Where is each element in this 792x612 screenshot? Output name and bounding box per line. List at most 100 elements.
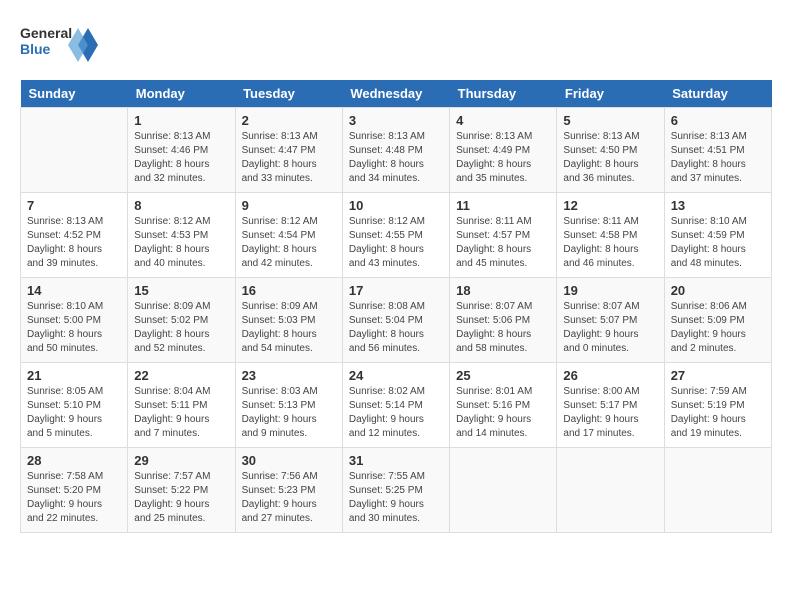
day-cell	[21, 108, 128, 193]
logo-svg: General Blue	[20, 20, 100, 70]
day-number: 14	[27, 283, 121, 298]
day-cell: 25 Sunrise: 8:01 AM Sunset: 5:16 PM Dayli…	[450, 363, 557, 448]
day-info: Sunrise: 8:13 AM Sunset: 4:51 PM Dayligh…	[671, 130, 765, 186]
day-number: 4	[456, 113, 550, 128]
day-cell: 5Sunrise: 8:13 AM Sunset: 4:50 PM Daylig…	[557, 108, 664, 193]
day-number: 10	[349, 198, 443, 213]
day-info: Sunrise: 8:04 AM Sunset: 5:11 PM Dayligh…	[134, 385, 228, 441]
day-number: 25	[456, 368, 550, 383]
day-header-tuesday: Tuesday	[235, 80, 342, 108]
day-header-thursday: Thursday	[450, 80, 557, 108]
day-number: 30	[242, 453, 336, 468]
day-info: Sunrise: 7:59 AM Sunset: 5:19 PM Dayligh…	[671, 385, 765, 441]
logo: General Blue	[20, 20, 100, 70]
day-header-wednesday: Wednesday	[342, 80, 449, 108]
day-info: Sunrise: 7:56 AM Sunset: 5:23 PM Dayligh…	[242, 470, 336, 526]
week-row-3: 14 Sunrise: 8:10 AM Sunset: 5:00 PM Dayli…	[21, 278, 772, 363]
day-cell: 15 Sunrise: 8:09 AM Sunset: 5:02 PM Dayli…	[128, 278, 235, 363]
week-row-5: 28 Sunrise: 7:58 AM Sunset: 5:20 PM Dayli…	[21, 448, 772, 533]
day-number: 1	[134, 113, 228, 128]
day-info: Sunrise: 7:57 AM Sunset: 5:22 PM Dayligh…	[134, 470, 228, 526]
day-info: Sunrise: 8:12 AM Sunset: 4:54 PM Dayligh…	[242, 215, 336, 271]
day-number: 16	[242, 283, 336, 298]
day-cell: 28 Sunrise: 7:58 AM Sunset: 5:20 PM Dayli…	[21, 448, 128, 533]
day-number: 2	[242, 113, 336, 128]
week-row-1: 1Sunrise: 8:13 AM Sunset: 4:46 PM Daylig…	[21, 108, 772, 193]
day-cell: 11 Sunrise: 8:11 AM Sunset: 4:57 PM Dayli…	[450, 193, 557, 278]
calendar-header: SundayMondayTuesdayWednesdayThursdayFrid…	[21, 80, 772, 108]
day-info: Sunrise: 8:10 AM Sunset: 5:00 PM Dayligh…	[27, 300, 121, 356]
day-number: 21	[27, 368, 121, 383]
day-number: 11	[456, 198, 550, 213]
day-number: 9	[242, 198, 336, 213]
calendar-table: SundayMondayTuesdayWednesdayThursdayFrid…	[20, 80, 772, 533]
day-cell: 12Sunrise: 8:11 AM Sunset: 4:58 PM Dayli…	[557, 193, 664, 278]
day-number: 22	[134, 368, 228, 383]
day-cell: 9 Sunrise: 8:12 AM Sunset: 4:54 PM Daylig…	[235, 193, 342, 278]
day-number: 19	[563, 283, 657, 298]
day-cell: 7 Sunrise: 8:13 AM Sunset: 4:52 PM Daylig…	[21, 193, 128, 278]
week-row-4: 21Sunrise: 8:05 AM Sunset: 5:10 PM Dayli…	[21, 363, 772, 448]
day-info: Sunrise: 8:01 AM Sunset: 5:16 PM Dayligh…	[456, 385, 550, 441]
day-cell: 24 Sunrise: 8:02 AM Sunset: 5:14 PM Dayli…	[342, 363, 449, 448]
week-row-2: 7 Sunrise: 8:13 AM Sunset: 4:52 PM Daylig…	[21, 193, 772, 278]
day-number: 26	[563, 368, 657, 383]
day-number: 8	[134, 198, 228, 213]
day-cell: 31 Sunrise: 7:55 AM Sunset: 5:25 PM Dayli…	[342, 448, 449, 533]
day-info: Sunrise: 8:13 AM Sunset: 4:50 PM Dayligh…	[563, 130, 657, 186]
day-cell: 26 Sunrise: 8:00 AM Sunset: 5:17 PM Dayli…	[557, 363, 664, 448]
day-number: 12	[563, 198, 657, 213]
day-info: Sunrise: 8:11 AM Sunset: 4:57 PM Dayligh…	[456, 215, 550, 271]
day-info: Sunrise: 8:07 AM Sunset: 5:07 PM Dayligh…	[563, 300, 657, 356]
day-info: Sunrise: 8:13 AM Sunset: 4:47 PM Dayligh…	[242, 130, 336, 186]
day-number: 17	[349, 283, 443, 298]
day-header-monday: Monday	[128, 80, 235, 108]
day-cell: 22 Sunrise: 8:04 AM Sunset: 5:11 PM Dayli…	[128, 363, 235, 448]
day-number: 29	[134, 453, 228, 468]
day-number: 24	[349, 368, 443, 383]
day-info: Sunrise: 7:55 AM Sunset: 5:25 PM Dayligh…	[349, 470, 443, 526]
day-cell: 19 Sunrise: 8:07 AM Sunset: 5:07 PM Dayli…	[557, 278, 664, 363]
day-info: Sunrise: 8:09 AM Sunset: 5:02 PM Dayligh…	[134, 300, 228, 356]
day-info: Sunrise: 8:13 AM Sunset: 4:49 PM Dayligh…	[456, 130, 550, 186]
svg-text:General: General	[20, 25, 72, 41]
day-number: 15	[134, 283, 228, 298]
day-info: Sunrise: 8:13 AM Sunset: 4:48 PM Dayligh…	[349, 130, 443, 186]
day-info: Sunrise: 7:58 AM Sunset: 5:20 PM Dayligh…	[27, 470, 121, 526]
day-info: Sunrise: 8:07 AM Sunset: 5:06 PM Dayligh…	[456, 300, 550, 356]
day-info: Sunrise: 8:09 AM Sunset: 5:03 PM Dayligh…	[242, 300, 336, 356]
day-cell: 29 Sunrise: 7:57 AM Sunset: 5:22 PM Dayli…	[128, 448, 235, 533]
day-number: 6	[671, 113, 765, 128]
day-header-sunday: Sunday	[21, 80, 128, 108]
day-number: 13	[671, 198, 765, 213]
day-cell: 14 Sunrise: 8:10 AM Sunset: 5:00 PM Dayli…	[21, 278, 128, 363]
day-info: Sunrise: 8:03 AM Sunset: 5:13 PM Dayligh…	[242, 385, 336, 441]
day-cell: 18 Sunrise: 8:07 AM Sunset: 5:06 PM Dayli…	[450, 278, 557, 363]
day-cell: 6 Sunrise: 8:13 AM Sunset: 4:51 PM Daylig…	[664, 108, 771, 193]
day-cell: 1Sunrise: 8:13 AM Sunset: 4:46 PM Daylig…	[128, 108, 235, 193]
day-number: 7	[27, 198, 121, 213]
day-cell: 16 Sunrise: 8:09 AM Sunset: 5:03 PM Dayli…	[235, 278, 342, 363]
day-number: 23	[242, 368, 336, 383]
day-cell	[557, 448, 664, 533]
day-cell	[664, 448, 771, 533]
calendar-body: 1Sunrise: 8:13 AM Sunset: 4:46 PM Daylig…	[21, 108, 772, 533]
day-cell: 13Sunrise: 8:10 AM Sunset: 4:59 PM Dayli…	[664, 193, 771, 278]
day-cell: 17 Sunrise: 8:08 AM Sunset: 5:04 PM Dayli…	[342, 278, 449, 363]
day-number: 31	[349, 453, 443, 468]
page-header: General Blue	[20, 20, 772, 70]
day-number: 28	[27, 453, 121, 468]
day-cell: 4 Sunrise: 8:13 AM Sunset: 4:49 PM Daylig…	[450, 108, 557, 193]
day-info: Sunrise: 8:08 AM Sunset: 5:04 PM Dayligh…	[349, 300, 443, 356]
day-cell: 10 Sunrise: 8:12 AM Sunset: 4:55 PM Dayli…	[342, 193, 449, 278]
day-info: Sunrise: 8:00 AM Sunset: 5:17 PM Dayligh…	[563, 385, 657, 441]
day-cell: 30 Sunrise: 7:56 AM Sunset: 5:23 PM Dayli…	[235, 448, 342, 533]
day-info: Sunrise: 8:12 AM Sunset: 4:55 PM Dayligh…	[349, 215, 443, 271]
day-cell: 20Sunrise: 8:06 AM Sunset: 5:09 PM Dayli…	[664, 278, 771, 363]
day-info: Sunrise: 8:13 AM Sunset: 4:52 PM Dayligh…	[27, 215, 121, 271]
svg-text:Blue: Blue	[20, 41, 51, 57]
day-cell: 27Sunrise: 7:59 AM Sunset: 5:19 PM Dayli…	[664, 363, 771, 448]
day-info: Sunrise: 8:02 AM Sunset: 5:14 PM Dayligh…	[349, 385, 443, 441]
day-cell: 21Sunrise: 8:05 AM Sunset: 5:10 PM Dayli…	[21, 363, 128, 448]
day-number: 18	[456, 283, 550, 298]
